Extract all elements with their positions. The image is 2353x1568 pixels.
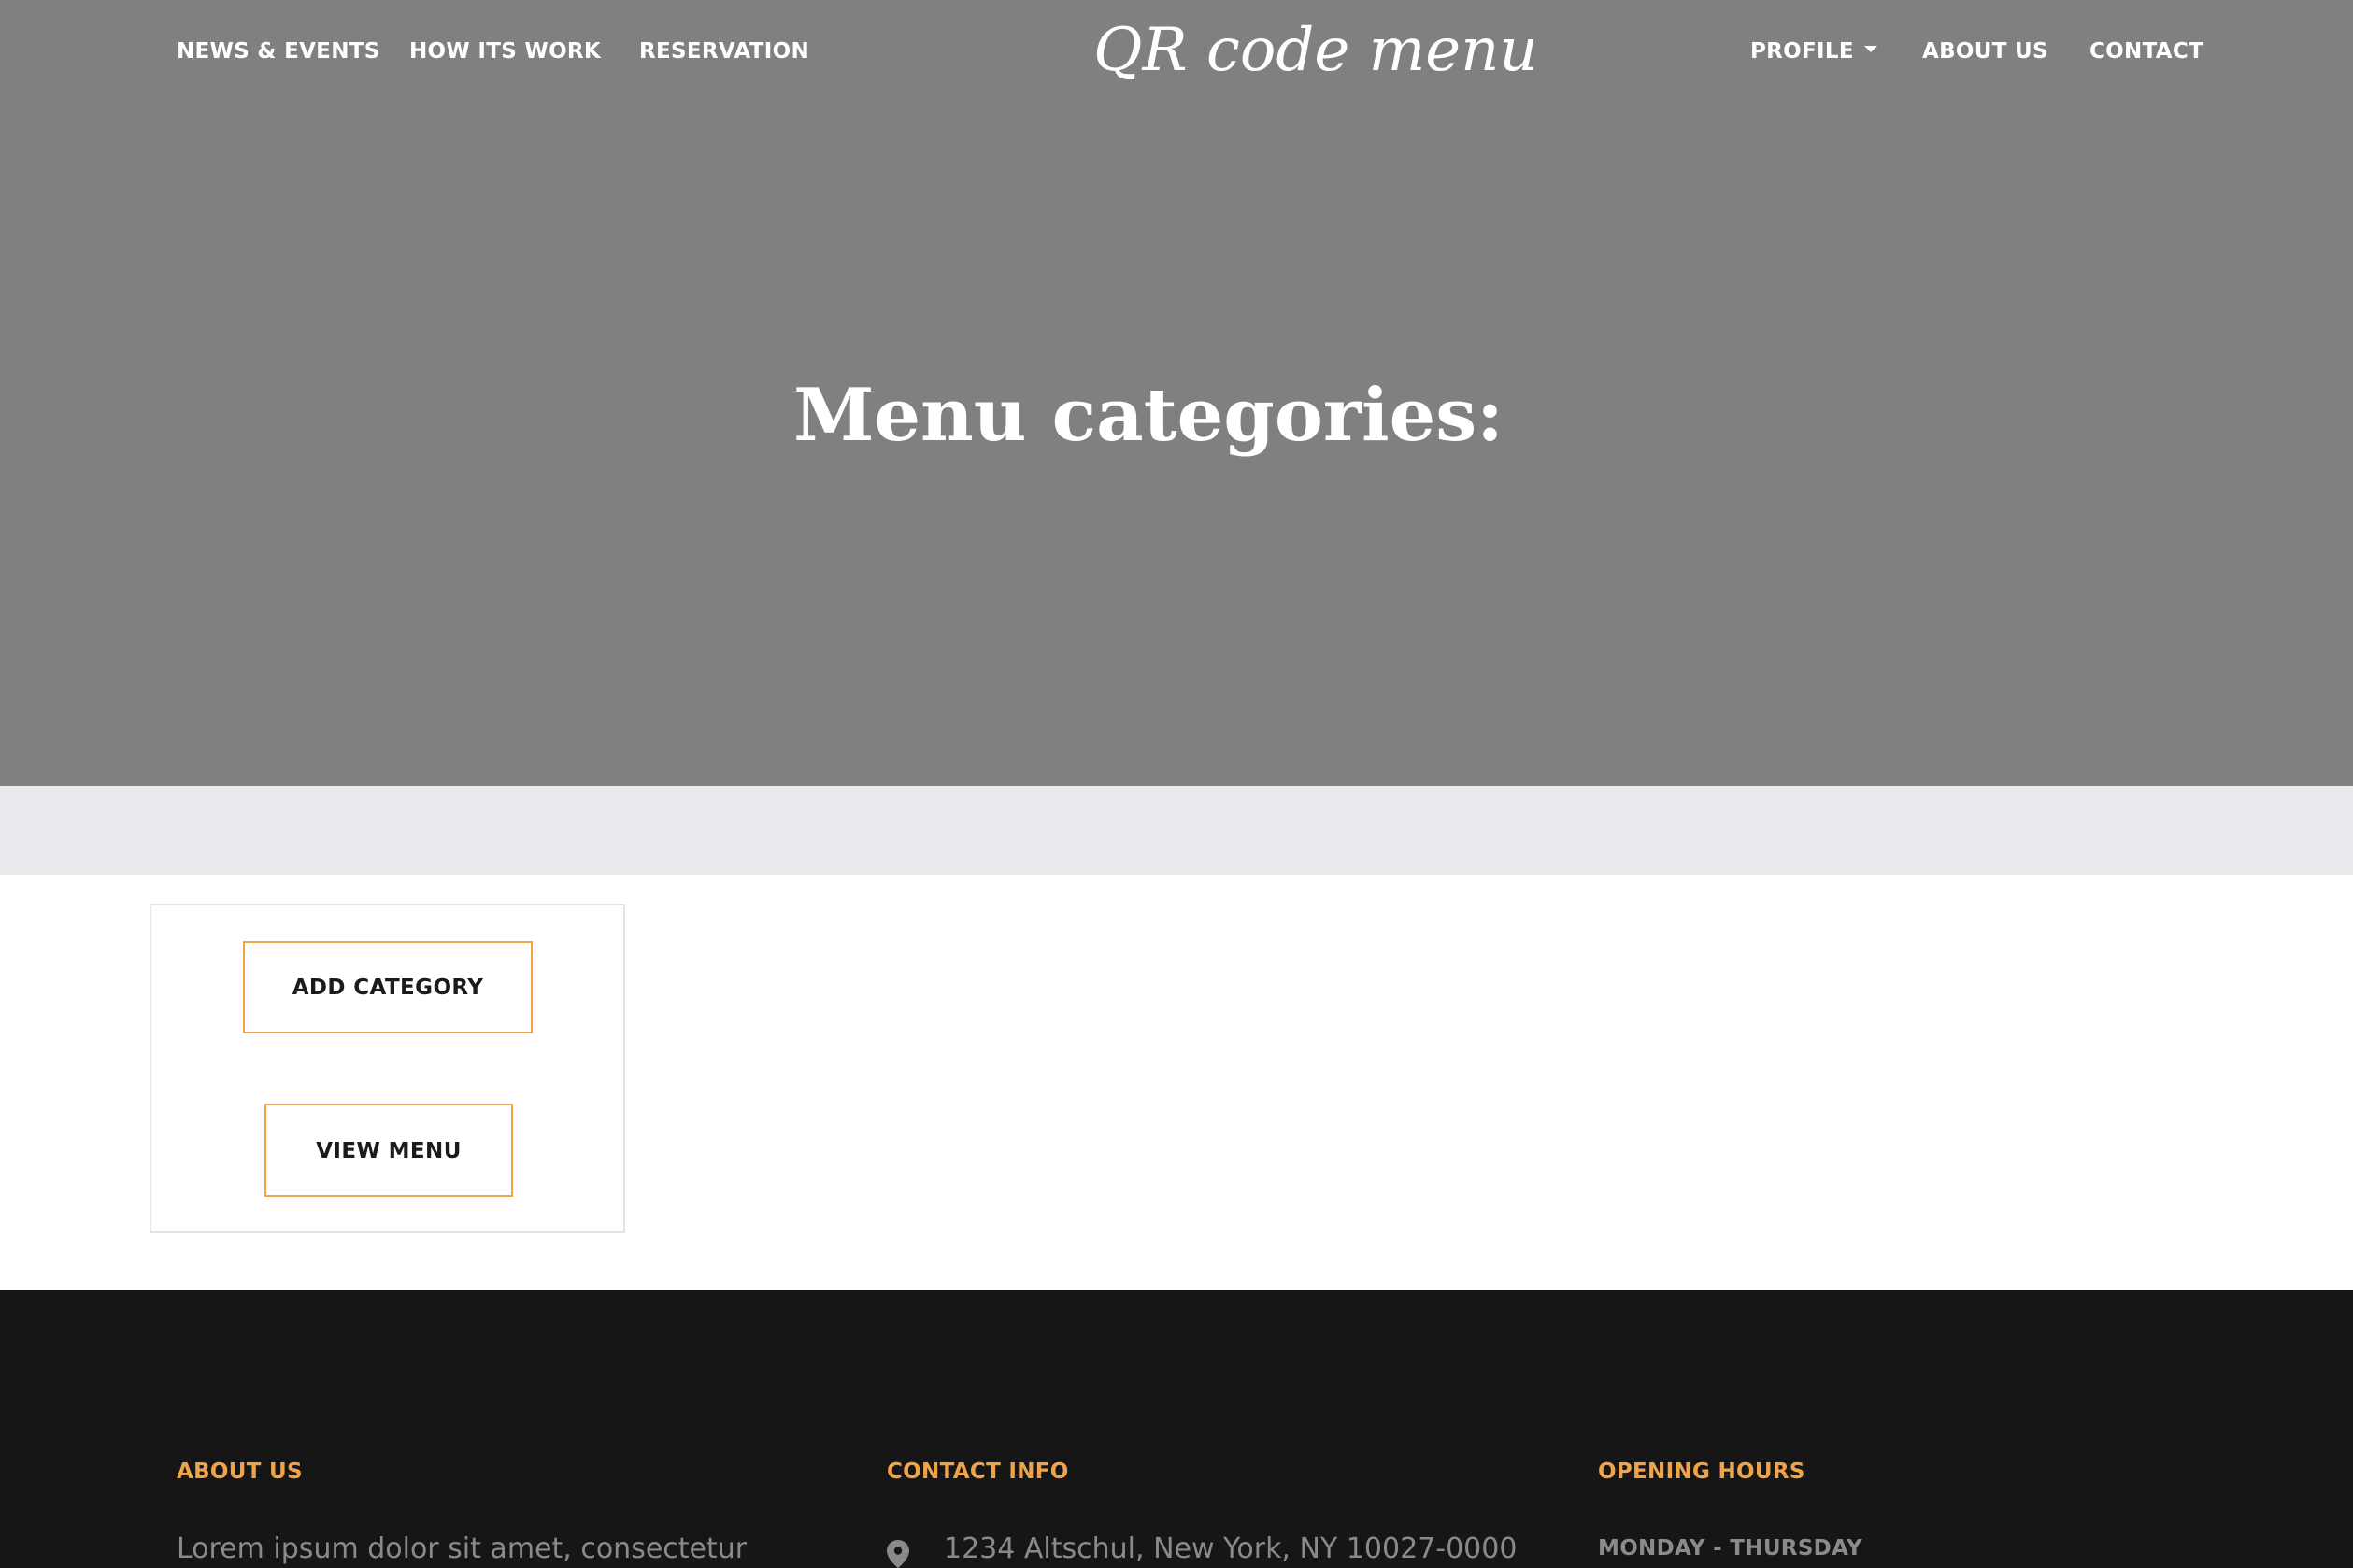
footer-hours-heading: OPENING HOURS: [1598, 1460, 1805, 1484]
footer-about-text: Lorem ipsum dolor sit amet, consectetur: [177, 1532, 748, 1565]
nav-about-us-link[interactable]: ABOUT US: [1922, 36, 2048, 67]
nav-news-events-link[interactable]: NEWS & EVENTS: [177, 36, 380, 67]
footer-hours-days: MONDAY - THURSDAY: [1598, 1536, 1862, 1561]
add-category-button[interactable]: ADD CATEGORY: [243, 941, 533, 1033]
map-pin-icon: [887, 1540, 909, 1568]
actions-card: ADD CATEGORY VIEW MENU: [150, 904, 625, 1233]
nav-contact-link[interactable]: CONTACT: [2089, 36, 2203, 67]
section-divider-band: [0, 786, 2353, 875]
nav-profile-dropdown[interactable]: PROFILE: [1750, 36, 1877, 67]
caret-down-icon: [1863, 46, 1877, 52]
footer-address-text: 1234 Altschul, New York, NY 10027-0000: [944, 1532, 1518, 1565]
brand-logo[interactable]: QR code menu: [1093, 13, 1538, 88]
site-footer: ABOUT US Lorem ipsum dolor sit amet, con…: [0, 1290, 2353, 1568]
nav-how-its-work-link[interactable]: HOW ITS WORK: [409, 36, 601, 67]
page-title: Menu categories:: [793, 373, 1504, 458]
nav-profile-label: PROFILE: [1750, 39, 1854, 64]
hero-header: NEWS & EVENTS HOW ITS WORK RESERVATION Q…: [0, 0, 2353, 786]
footer-about-heading: ABOUT US: [177, 1460, 303, 1484]
page: NEWS & EVENTS HOW ITS WORK RESERVATION Q…: [0, 0, 2353, 1568]
nav-reservation-link[interactable]: RESERVATION: [639, 36, 809, 67]
footer-contact-heading: CONTACT INFO: [887, 1460, 1069, 1484]
main-content: ADD CATEGORY VIEW MENU: [0, 875, 2353, 1290]
view-menu-button[interactable]: VIEW MENU: [264, 1104, 513, 1197]
